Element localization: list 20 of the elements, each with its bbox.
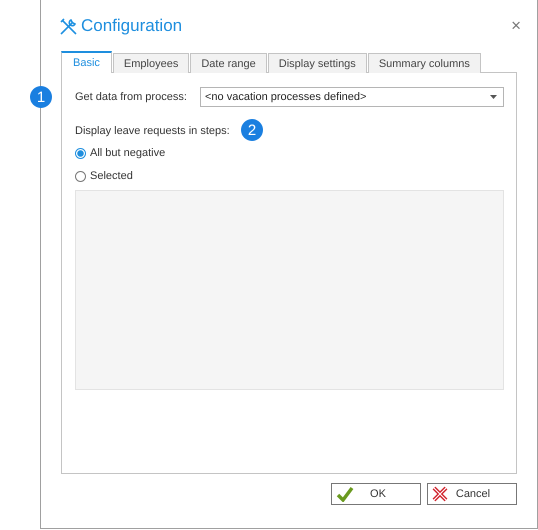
caret-icon	[490, 95, 497, 99]
window-title: Configuration	[81, 16, 182, 36]
tab[interactable]: Date range	[190, 53, 267, 73]
process-dropdown[interactable]: <no vacation processes defined>	[200, 87, 504, 107]
field-label: Get data from process:	[75, 91, 188, 103]
tab[interactable]: Basic	[61, 51, 112, 73]
tab[interactable]: Display settings	[268, 53, 367, 73]
cross-icon	[432, 486, 448, 502]
cancel-button[interactable]: Cancel	[427, 483, 517, 505]
checkmark-icon	[336, 486, 354, 502]
tools-icon	[59, 16, 78, 36]
section-label: Display leave requests in steps:	[75, 125, 230, 137]
ok-button[interactable]: OK	[331, 483, 421, 505]
callout-badge: 1	[30, 86, 52, 108]
tab[interactable]: Employees	[112, 53, 190, 73]
callout-badge: 2	[241, 119, 263, 141]
radio-option[interactable]: Selected	[75, 170, 133, 182]
tab[interactable]: Summary columns	[368, 53, 481, 73]
radio-option[interactable]: All but negative	[75, 147, 166, 159]
close-button[interactable]: ×	[511, 16, 521, 36]
